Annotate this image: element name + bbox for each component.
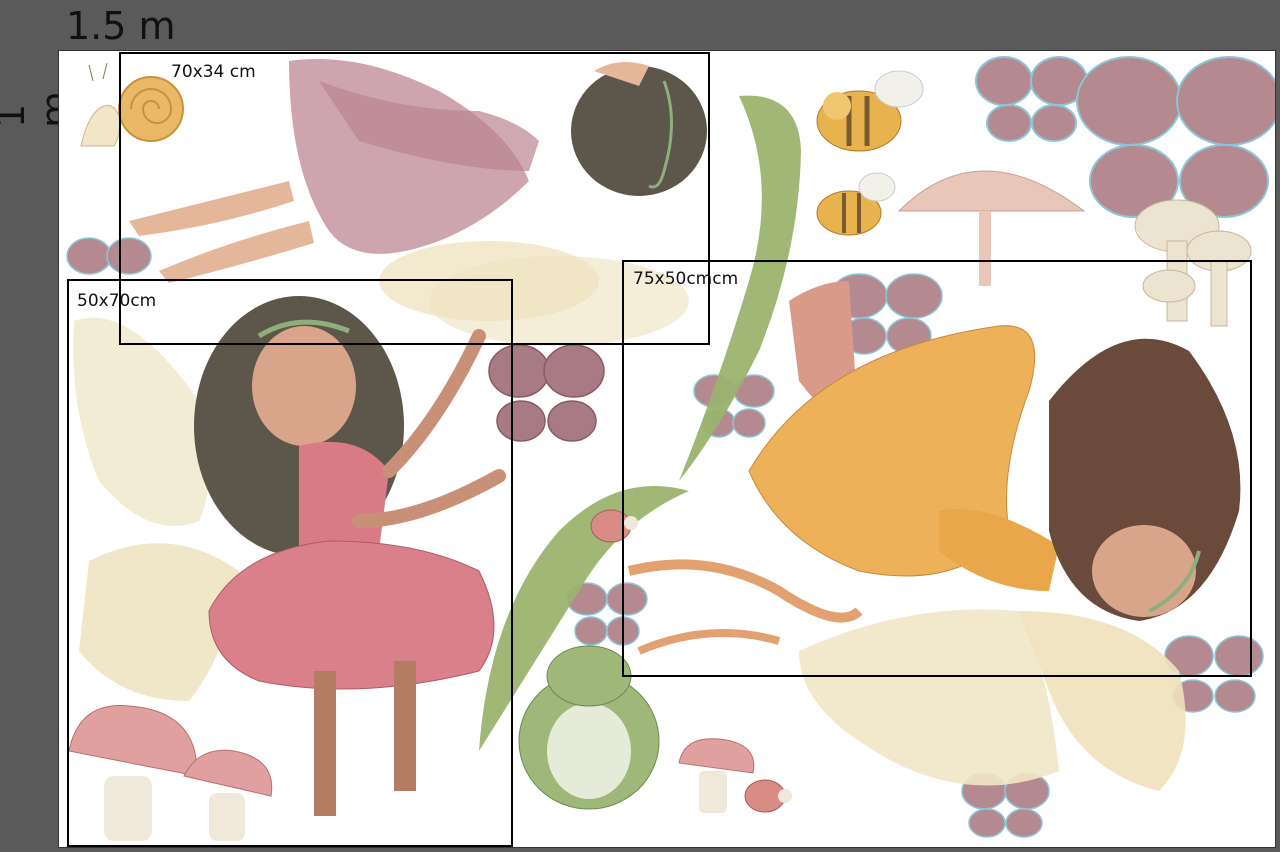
- size-label-fairy-pink-lying: 70x34 cm: [171, 62, 256, 82]
- size-box-fairy-orange-floating: [622, 260, 1252, 677]
- size-label-fairy-orange-floating: 75x50cmcm: [633, 269, 739, 289]
- mushroom-pink-small-sticker: [678, 738, 755, 813]
- width-dimension-label: 1.5 m: [66, 4, 176, 48]
- butterfly-sticker: [975, 56, 1088, 142]
- butterfly-sticker: [1076, 56, 1275, 218]
- sticker-sheet: 70x34 cm 50x70cm 75x50cmcm: [58, 50, 1276, 848]
- size-box-fairy-rose-dancing: [67, 279, 513, 847]
- size-label-fairy-rose-dancing: 50x70cm: [77, 291, 157, 311]
- bee-sticker: [816, 172, 896, 236]
- bee-sticker: [816, 70, 924, 152]
- ladybug-sticker: [744, 779, 792, 813]
